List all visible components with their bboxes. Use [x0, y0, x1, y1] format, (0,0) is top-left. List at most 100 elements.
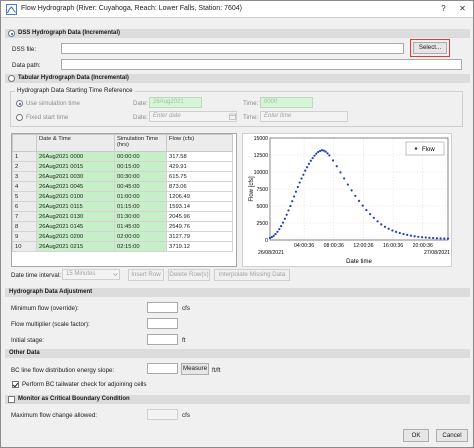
- multiplier-input[interactable]: [147, 318, 178, 329]
- date-time-header[interactable]: Date & Time: [36, 134, 115, 152]
- tabular-radio[interactable]: [8, 75, 15, 82]
- date-time-cell[interactable]: 26Aug2021 0115: [36, 201, 115, 212]
- min-flow-input[interactable]: [147, 302, 178, 313]
- sim-time-header[interactable]: Simulation Time (hrs): [114, 134, 167, 152]
- flow-data-point: [391, 229, 394, 232]
- sim-time-cell[interactable]: 00:15:00: [114, 161, 167, 172]
- flow-data-point: [270, 235, 273, 239]
- dss-select-button[interactable]: Select...: [413, 42, 447, 54]
- flow-header[interactable]: Flow (cfs): [166, 134, 233, 152]
- table-row[interactable]: 3 26Aug2021 0030 00:30:00 615.75: [12, 171, 233, 182]
- interval-label: Date time interval:: [11, 272, 61, 279]
- sim-time-cell[interactable]: 02:00:00: [114, 231, 167, 242]
- flow-data-point: [387, 227, 390, 230]
- hydrograph-data-table[interactable]: Date & Time Simulation Time (hrs) Flow (…: [11, 133, 237, 267]
- table-row[interactable]: 4 26Aug2021 0045 00:45:00 873.06: [12, 181, 233, 192]
- measure-button[interactable]: Measure: [181, 363, 209, 375]
- use-sim-time-radio[interactable]: [16, 100, 23, 107]
- table-row[interactable]: 8 26Aug2021 0145 01:45:00 2549.76: [12, 221, 233, 232]
- dss-file-input[interactable]: [61, 43, 404, 54]
- sim-time-cell[interactable]: 01:00:00: [114, 191, 167, 202]
- date-time-cell[interactable]: 26Aug2021 0100: [36, 191, 115, 202]
- x-tick-time-label: 08:00:36: [324, 243, 344, 249]
- date-time-cell[interactable]: 26Aug2021 0130: [36, 211, 115, 222]
- date-time-cell[interactable]: 26Aug2021 0030: [36, 171, 115, 182]
- min-flow-label: Minimum flow (override):: [11, 305, 79, 312]
- flow-cell[interactable]: 1593.14: [166, 201, 233, 212]
- bc-slope-input[interactable]: [147, 363, 178, 374]
- chevron-down-icon[interactable]: [113, 272, 118, 277]
- tailwater-checkbox[interactable]: [12, 381, 19, 388]
- sim-time-input[interactable]: 0000: [260, 97, 313, 108]
- flow-cell[interactable]: 1206.49: [166, 191, 233, 202]
- x-tick-time-label: 04:00:36: [294, 243, 314, 249]
- table-row[interactable]: 2 26Aug2021 0015 00:15:00 429.91: [12, 161, 233, 172]
- interval-select[interactable]: 15 Minutes: [62, 269, 120, 280]
- table-row[interactable]: 5 26Aug2021 0100 01:00:00 1206.49: [12, 191, 233, 202]
- dss-radio[interactable]: [8, 30, 15, 37]
- initial-stage-input[interactable]: [147, 334, 178, 345]
- flow-data-point: [409, 234, 413, 237]
- delete-rows-button[interactable]: Delete Row(s): [168, 269, 210, 281]
- date-time-cell[interactable]: 26Aug2021 0015: [36, 161, 115, 172]
- sim-time-cell[interactable]: 02:15:00: [114, 241, 167, 252]
- flow-cell[interactable]: 429.91: [166, 161, 233, 172]
- corner-header-cell: [12, 134, 37, 152]
- table-row[interactable]: 10 26Aug2021 0215 02:15:00 3719.12: [12, 241, 233, 252]
- sim-time-cell[interactable]: 01:15:00: [114, 201, 167, 212]
- row-number-cell: 1: [12, 151, 37, 162]
- date-time-cell[interactable]: 26Aug2021 0145: [36, 221, 115, 232]
- calendar-icon[interactable]: [229, 113, 236, 120]
- flow-cell[interactable]: 2549.76: [166, 221, 233, 232]
- row-number-cell: 2: [12, 161, 37, 172]
- sim-time-cell[interactable]: 00:45:00: [114, 181, 167, 192]
- table-row[interactable]: 9 26Aug2021 0200 02:00:00 3127.79: [12, 231, 233, 242]
- max-change-input[interactable]: [147, 409, 178, 420]
- flow-cell[interactable]: 615.75: [166, 171, 233, 182]
- flow-data-point: [343, 177, 346, 180]
- insert-row-button[interactable]: Insert Row: [128, 269, 164, 281]
- start-time-group-label: Hydrograph Data Starting Time Reference: [15, 87, 135, 94]
- sim-date-label: Date:: [133, 100, 148, 107]
- flow-cell[interactable]: 317.58: [166, 151, 233, 162]
- sim-time-cell[interactable]: 00:30:00: [114, 171, 167, 182]
- table-row[interactable]: 6 26Aug2021 0115 01:15:00 1593.14: [12, 201, 233, 212]
- ok-button[interactable]: OK: [403, 429, 429, 442]
- fixed-date-input[interactable]: Enter date: [149, 111, 237, 122]
- flow-data-point: [335, 165, 338, 168]
- close-button[interactable]: ✕: [456, 3, 469, 15]
- sim-time-cell[interactable]: 01:45:00: [114, 221, 167, 232]
- date-time-cell[interactable]: 26Aug2021 0215: [36, 241, 115, 252]
- table-row[interactable]: 7 26Aug2021 0130 01:30:00 2045.96: [12, 211, 233, 222]
- flow-data-point: [331, 159, 335, 162]
- sim-date-input[interactable]: 26Aug2021: [149, 97, 202, 108]
- flow-data-point: [313, 154, 316, 157]
- flow-data-point: [278, 228, 281, 231]
- flow-cell[interactable]: 3719.12: [166, 241, 233, 252]
- fixed-start-radio[interactable]: [16, 114, 23, 121]
- flow-data-point: [428, 236, 431, 239]
- dss-path-input[interactable]: [61, 59, 462, 70]
- cancel-button[interactable]: Cancel: [436, 429, 468, 442]
- date-time-cell[interactable]: 26Aug2021 0000: [36, 151, 115, 162]
- flow-data-point: [294, 190, 298, 193]
- flow-cell[interactable]: 2045.96: [166, 211, 233, 222]
- flow-data-point: [432, 236, 435, 240]
- date-time-cell[interactable]: 26Aug2021 0045: [36, 181, 115, 192]
- interpolate-button[interactable]: Interpolate Missing Data: [214, 269, 290, 281]
- flow-cell[interactable]: 873.06: [166, 181, 233, 192]
- flow-data-point: [402, 232, 405, 236]
- monitor-checkbox[interactable]: [8, 396, 15, 403]
- flow-data-point: [289, 204, 292, 208]
- table-row[interactable]: 1 26Aug2021 0000 00:00:00 317.58: [12, 151, 233, 162]
- sim-time-label: Time:: [243, 100, 259, 107]
- sim-time-cell[interactable]: 00:00:00: [114, 151, 167, 162]
- flow-data-point: [311, 156, 314, 160]
- sim-time-cell[interactable]: 01:30:00: [114, 211, 167, 222]
- flow-cell[interactable]: 3127.79: [166, 231, 233, 242]
- flow-data-point: [304, 169, 307, 172]
- date-time-cell[interactable]: 26Aug2021 0200: [36, 231, 115, 242]
- fixed-time-input[interactable]: Enter time: [260, 111, 348, 122]
- help-button[interactable]: ?: [437, 3, 450, 15]
- flow-data-point: [285, 213, 288, 216]
